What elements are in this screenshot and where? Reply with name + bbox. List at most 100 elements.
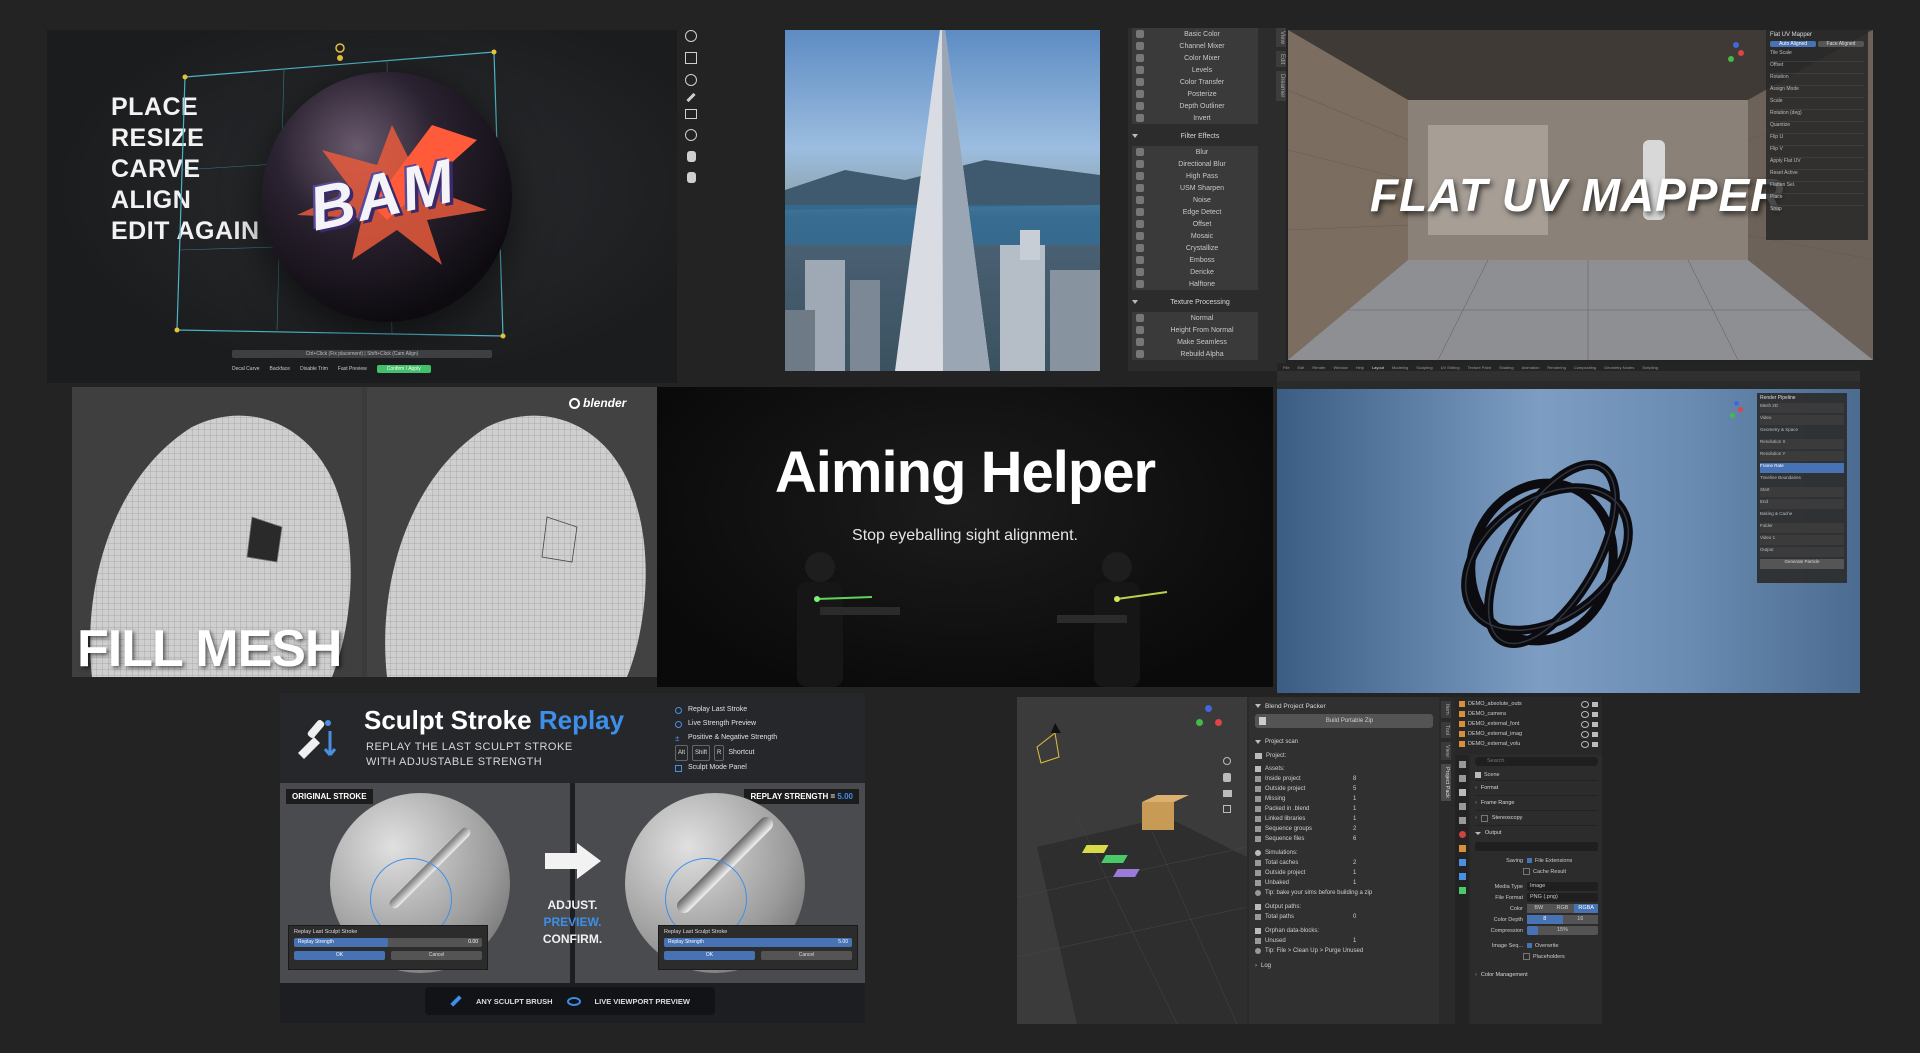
panel-row[interactable]: Baking & Cache (1760, 511, 1844, 521)
tab-rendering[interactable]: Rendering (1547, 365, 1565, 370)
file-ext-checkbox[interactable] (1527, 858, 1532, 863)
uv-row[interactable]: Rotation (deg) (1770, 110, 1864, 122)
build-zip-button[interactable]: Build Portable Zip (1255, 714, 1433, 728)
menu-item[interactable]: Channel Mixer (1136, 40, 1254, 52)
camera-icon[interactable] (1592, 731, 1598, 737)
cancel-button[interactable]: Cancel (391, 951, 482, 960)
move-icon[interactable] (685, 52, 697, 64)
menu-item[interactable]: Crystallize (1136, 242, 1254, 254)
menu-item[interactable]: Height From Normal (1136, 324, 1254, 336)
nav-gizmo[interactable] (1720, 40, 1748, 68)
placeholders-checkbox[interactable] (1523, 953, 1530, 960)
camera-icon[interactable] (1592, 711, 1598, 717)
tab-edit[interactable]: Edit (1276, 50, 1286, 68)
menu-item[interactable]: Normal (1136, 312, 1254, 324)
hand-icon[interactable] (1223, 773, 1231, 782)
tab-face-aligned[interactable]: Face Aligned (1818, 41, 1864, 47)
option-fast-preview[interactable]: Fast Preview (338, 366, 367, 372)
texture-processing-header[interactable]: Texture Processing (1132, 296, 1258, 308)
menu-item[interactable]: Depth Outliner (1136, 100, 1254, 112)
output-path-field[interactable] (1475, 842, 1598, 851)
hand-icon-2[interactable] (686, 172, 696, 183)
uv-row[interactable]: Reset Active (1770, 170, 1864, 182)
tab-item[interactable]: Item (1441, 701, 1451, 718)
menu-item[interactable]: Make Seamless (1136, 336, 1254, 348)
strength-slider[interactable]: Replay Strength 0.00 (294, 938, 482, 947)
menu-item[interactable]: Offset (1136, 218, 1254, 230)
menu-item[interactable]: Directional Blur (1136, 158, 1254, 170)
depth-16[interactable]: 16 (1562, 915, 1598, 924)
tab-layout[interactable]: Layout (1372, 365, 1384, 370)
menu-window[interactable]: Window (1333, 365, 1347, 370)
outliner-row[interactable]: DEMO_external_font (1459, 719, 1598, 729)
tab-geometry-nodes[interactable]: Geometry Nodes (1604, 365, 1634, 370)
menu-item[interactable]: USM Sharpen (1136, 182, 1254, 194)
tab-auto-aligned[interactable]: Auto Aligned (1770, 41, 1816, 47)
nav-gizmo[interactable] (1193, 705, 1223, 735)
grid-icon[interactable] (1223, 805, 1231, 813)
uv-row[interactable]: Assign Mode (1770, 86, 1864, 98)
color-bw[interactable]: BW (1527, 904, 1551, 913)
modifier-tab-icon[interactable] (1458, 859, 1466, 866)
nav-gizmo[interactable] (1724, 399, 1748, 423)
panel-row[interactable]: End (1760, 499, 1844, 509)
menu-item[interactable]: Blur (1136, 146, 1254, 158)
tab-shading[interactable]: Shading (1499, 365, 1514, 370)
menu-item[interactable]: Emboss (1136, 254, 1254, 266)
menu-item[interactable]: Noise (1136, 194, 1254, 206)
overwrite-checkbox[interactable] (1527, 943, 1532, 948)
tab-view[interactable]: View (1276, 28, 1286, 47)
uv-row[interactable]: Offset (1770, 62, 1864, 74)
menu-item[interactable]: Levels (1136, 64, 1254, 76)
uv-row[interactable]: Flatten Sel. (1770, 182, 1864, 194)
tab-view[interactable]: View (1441, 741, 1451, 760)
uv-row[interactable]: Tile Scale (1770, 50, 1864, 62)
outliner-row[interactable]: DEMO_absolute_outs (1459, 699, 1598, 709)
menu-item[interactable]: Edge Detect (1136, 206, 1254, 218)
menu-edit[interactable]: Edit (1297, 365, 1304, 370)
render-tab-icon[interactable] (1458, 775, 1466, 782)
cache-checkbox[interactable] (1523, 868, 1530, 875)
menu-item[interactable]: Dericke (1136, 266, 1254, 278)
panel-row[interactable]: Video 1 (1760, 535, 1844, 545)
uv-row[interactable]: Quantize (1770, 122, 1864, 134)
uv-row[interactable]: Apply Flat UV (1770, 158, 1864, 170)
panel-row[interactable]: Resolution Y (1760, 451, 1844, 461)
eye-icon[interactable] (1581, 740, 1589, 748)
color-rgba[interactable]: RGBA (1574, 904, 1599, 913)
media-type-select[interactable]: Image (1527, 882, 1598, 891)
menu-render[interactable]: Render (1312, 365, 1325, 370)
world-tab-icon[interactable] (1458, 831, 1466, 838)
tab-texture-paint[interactable]: Texture Paint (1468, 365, 1491, 370)
scene-tab-icon[interactable] (1458, 817, 1466, 824)
panel-row[interactable]: Geometry & Space (1760, 427, 1844, 437)
project-scan-header[interactable]: Project scan (1255, 736, 1433, 747)
panel-row[interactable]: Folder (1760, 523, 1844, 533)
output-section[interactable]: Output (1475, 825, 1598, 840)
panel-row[interactable]: Mesh 2D (1760, 403, 1844, 413)
ok-button[interactable]: OK (294, 951, 385, 960)
ok-button[interactable]: OK (664, 951, 755, 960)
hand-icon[interactable] (686, 151, 696, 162)
output-tab-icon[interactable] (1458, 789, 1466, 796)
generate-button[interactable]: Generate Particle (1760, 559, 1844, 569)
uv-row[interactable]: Flip V (1770, 146, 1864, 158)
measure-icon[interactable] (685, 109, 697, 119)
stereoscopy-section[interactable]: › Stereoscopy (1475, 810, 1598, 825)
tab-scripting[interactable]: Scripting (1642, 365, 1658, 370)
menu-item[interactable]: Mosaic (1136, 230, 1254, 242)
camera-icon[interactable] (1223, 790, 1232, 797)
rotate-icon[interactable] (685, 30, 697, 42)
tab-modeling[interactable]: Modeling (1392, 365, 1408, 370)
eye-icon[interactable] (1581, 730, 1589, 738)
format-section[interactable]: › Format (1475, 780, 1598, 795)
option-backface[interactable]: Backface (270, 366, 291, 372)
panel-row[interactable]: Resolution X (1760, 439, 1844, 449)
camera-icon[interactable] (1592, 701, 1598, 707)
menu-item[interactable]: Basic Color (1136, 28, 1254, 40)
option-decal-carve[interactable]: Decal Carve (232, 366, 260, 372)
menu-item[interactable]: Invert (1136, 112, 1254, 124)
outliner-row[interactable]: DEMO_camera (1459, 709, 1598, 719)
color-rgb[interactable]: RGB (1550, 904, 1575, 913)
stereo-checkbox[interactable] (1480, 814, 1488, 822)
